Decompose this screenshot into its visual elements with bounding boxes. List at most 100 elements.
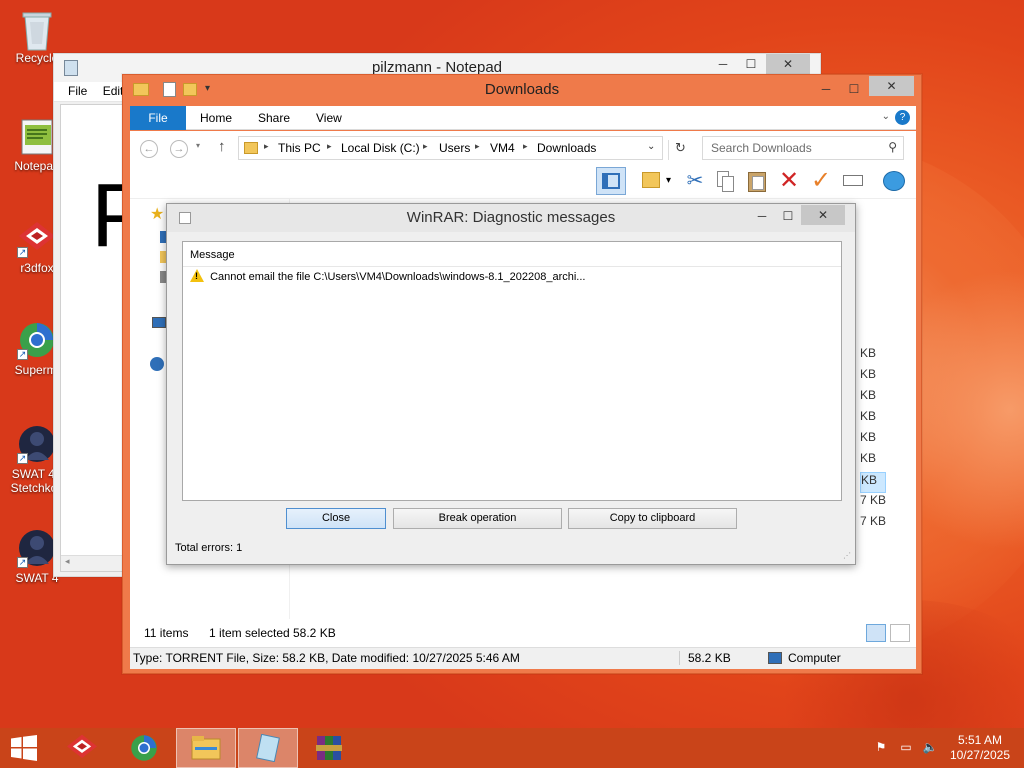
new-folder-icon[interactable]: [183, 83, 197, 96]
folder-icon: [133, 83, 149, 96]
minimize-button[interactable]: ─: [749, 206, 775, 226]
message-row[interactable]: Cannot email the file C:\Users\VM4\Downl…: [190, 269, 585, 283]
notepad-app-icon: [64, 60, 78, 76]
checkmark-icon[interactable]: ✓: [808, 168, 834, 194]
shortcut-arrow-icon: ↗: [17, 247, 28, 258]
message-text: Cannot email the file C:\Users\VM4\Downl…: [210, 271, 586, 283]
breadcrumb-users[interactable]: Users: [439, 141, 470, 155]
taskbar-supermium[interactable]: [114, 728, 174, 768]
details-size: 58.2 KB: [679, 651, 731, 665]
paste-icon[interactable]: [744, 168, 770, 194]
chevron-right-icon: ▸: [523, 141, 528, 151]
selected-size: 58.2 KB: [293, 626, 336, 640]
breadcrumb-downloads[interactable]: Downloads: [537, 141, 596, 155]
menu-file[interactable]: File: [62, 82, 93, 100]
delete-icon[interactable]: ✕: [776, 168, 802, 194]
file-size-selected[interactable]: KB: [860, 472, 887, 493]
file-size: KB: [860, 367, 877, 381]
file-size: KB: [860, 388, 877, 402]
taskbar: ⚑ ▭ 🔈 5:51 AM 10/27/2025: [0, 728, 1024, 768]
start-button[interactable]: [0, 728, 48, 768]
action-center-flag-icon[interactable]: ⚑: [873, 740, 889, 756]
recent-locations-dropdown[interactable]: ▾: [196, 141, 200, 150]
ribbon-expand-icon[interactable]: ⌄: [882, 111, 890, 122]
network-icon[interactable]: ▭: [898, 740, 914, 756]
tab-home[interactable]: Home: [190, 106, 242, 130]
shortcut-arrow-icon: ↗: [17, 349, 28, 360]
winrar-diagnostic-dialog[interactable]: WinRAR: Diagnostic messages ─ ☐ ✕ Messag…: [166, 203, 856, 565]
back-button[interactable]: ←: [140, 140, 158, 158]
rename-icon[interactable]: [840, 168, 866, 194]
tab-file[interactable]: File: [130, 106, 186, 130]
this-pc-nav-icon[interactable]: [152, 317, 166, 328]
copy-to-clipboard-button[interactable]: Copy to clipboard: [568, 508, 737, 529]
chevron-right-icon: ▸: [423, 141, 428, 151]
refresh-button[interactable]: ↻: [668, 140, 692, 160]
volume-muted-icon[interactable]: 🔈: [922, 740, 938, 756]
dropdown-arrow-icon[interactable]: ▾: [666, 175, 671, 186]
shortcut-arrow-icon: ↗: [17, 453, 28, 464]
close-dialog-button[interactable]: Close: [286, 508, 386, 529]
supermium-browser-icon: ↗: [17, 320, 57, 360]
quick-access-dropdown-icon[interactable]: ▾: [205, 83, 210, 94]
taskbar-notepad[interactable]: [238, 728, 298, 768]
help-icon[interactable]: ?: [895, 110, 910, 125]
clock[interactable]: 5:51 AM 10/27/2025: [950, 733, 1010, 763]
shortcut-arrow-icon: ↗: [17, 557, 28, 568]
taskbar-file-explorer[interactable]: [176, 728, 236, 768]
close-button[interactable]: ✕: [766, 54, 810, 74]
message-column-header[interactable]: Message: [183, 242, 841, 267]
clock-time: 5:51 AM: [957, 733, 1002, 747]
explorer-title: Downloads: [484, 81, 560, 98]
chevron-right-icon: ▸: [264, 141, 269, 151]
r3dfox-icon: ↗: [17, 218, 57, 258]
preview-pane-icon[interactable]: [596, 167, 626, 195]
taskbar-winrar[interactable]: [300, 728, 360, 768]
address-row: ← → ▾ ↑ ▸ This PC ▸ Local Disk (C:) ▸ Us…: [130, 131, 916, 165]
maximize-button[interactable]: ☐: [841, 79, 867, 99]
search-icon: ⚲: [888, 140, 897, 154]
notepad-icon: [17, 116, 57, 156]
maximize-button[interactable]: ☐: [775, 206, 801, 226]
file-size: KB: [860, 451, 877, 465]
favorites-star-icon[interactable]: ★: [150, 204, 164, 224]
message-list[interactable]: Message Cannot email the file C:\Users\V…: [182, 241, 842, 501]
network-nav-icon[interactable]: [150, 357, 164, 371]
explorer-titlebar[interactable]: Downloads ▾ ─ ☐ ✕: [123, 75, 921, 105]
tab-view[interactable]: View: [306, 106, 352, 130]
minimize-button[interactable]: ─: [710, 54, 736, 74]
total-errors: Total errors: 1: [175, 542, 243, 554]
large-icons-view-button[interactable]: [890, 624, 910, 642]
warning-icon: [190, 269, 204, 282]
status-bar: 11 items 1 item selected 58.2 KB: [130, 619, 916, 647]
folder-icon: [244, 142, 258, 154]
close-button[interactable]: ✕: [801, 205, 845, 225]
size-column: KB KB KB KB KB KB KB 7 KB 7 KB: [860, 346, 887, 535]
copy-icon[interactable]: [712, 168, 738, 194]
breadcrumb-vm4[interactable]: VM4: [490, 141, 515, 155]
resize-grip-icon[interactable]: ⋰: [843, 551, 851, 560]
tab-share[interactable]: Share: [248, 106, 300, 130]
file-details: Type: TORRENT File, Size: 58.2 KB, Date …: [133, 651, 520, 665]
address-bar[interactable]: ▸ This PC ▸ Local Disk (C:) ▸ Users ▸ VM…: [238, 136, 663, 160]
address-dropdown-icon[interactable]: ⌄: [647, 141, 655, 152]
breadcrumb-this-pc[interactable]: This PC: [278, 141, 321, 155]
network-bubble-icon[interactable]: [880, 168, 906, 194]
maximize-button[interactable]: ☐: [738, 54, 764, 74]
properties-icon[interactable]: [163, 82, 176, 97]
minimize-button[interactable]: ─: [813, 79, 839, 99]
breadcrumb-local-disk[interactable]: Local Disk (C:): [341, 141, 420, 155]
computer-icon: [768, 652, 782, 664]
folder-options-icon[interactable]: [638, 168, 664, 194]
forward-button[interactable]: →: [170, 140, 188, 158]
break-operation-button[interactable]: Break operation: [393, 508, 562, 529]
windows-logo-icon: [11, 735, 37, 761]
close-button[interactable]: ✕: [869, 76, 914, 96]
taskbar-r3dfox[interactable]: [52, 728, 112, 768]
up-button[interactable]: ↑: [218, 138, 226, 155]
details-view-button[interactable]: [866, 624, 886, 642]
search-input[interactable]: Search Downloads ⚲: [702, 136, 904, 160]
cut-icon[interactable]: ✂: [682, 168, 708, 194]
winrar-titlebar[interactable]: WinRAR: Diagnostic messages ─ ☐ ✕: [167, 204, 855, 232]
file-size: 7 KB: [860, 493, 887, 507]
